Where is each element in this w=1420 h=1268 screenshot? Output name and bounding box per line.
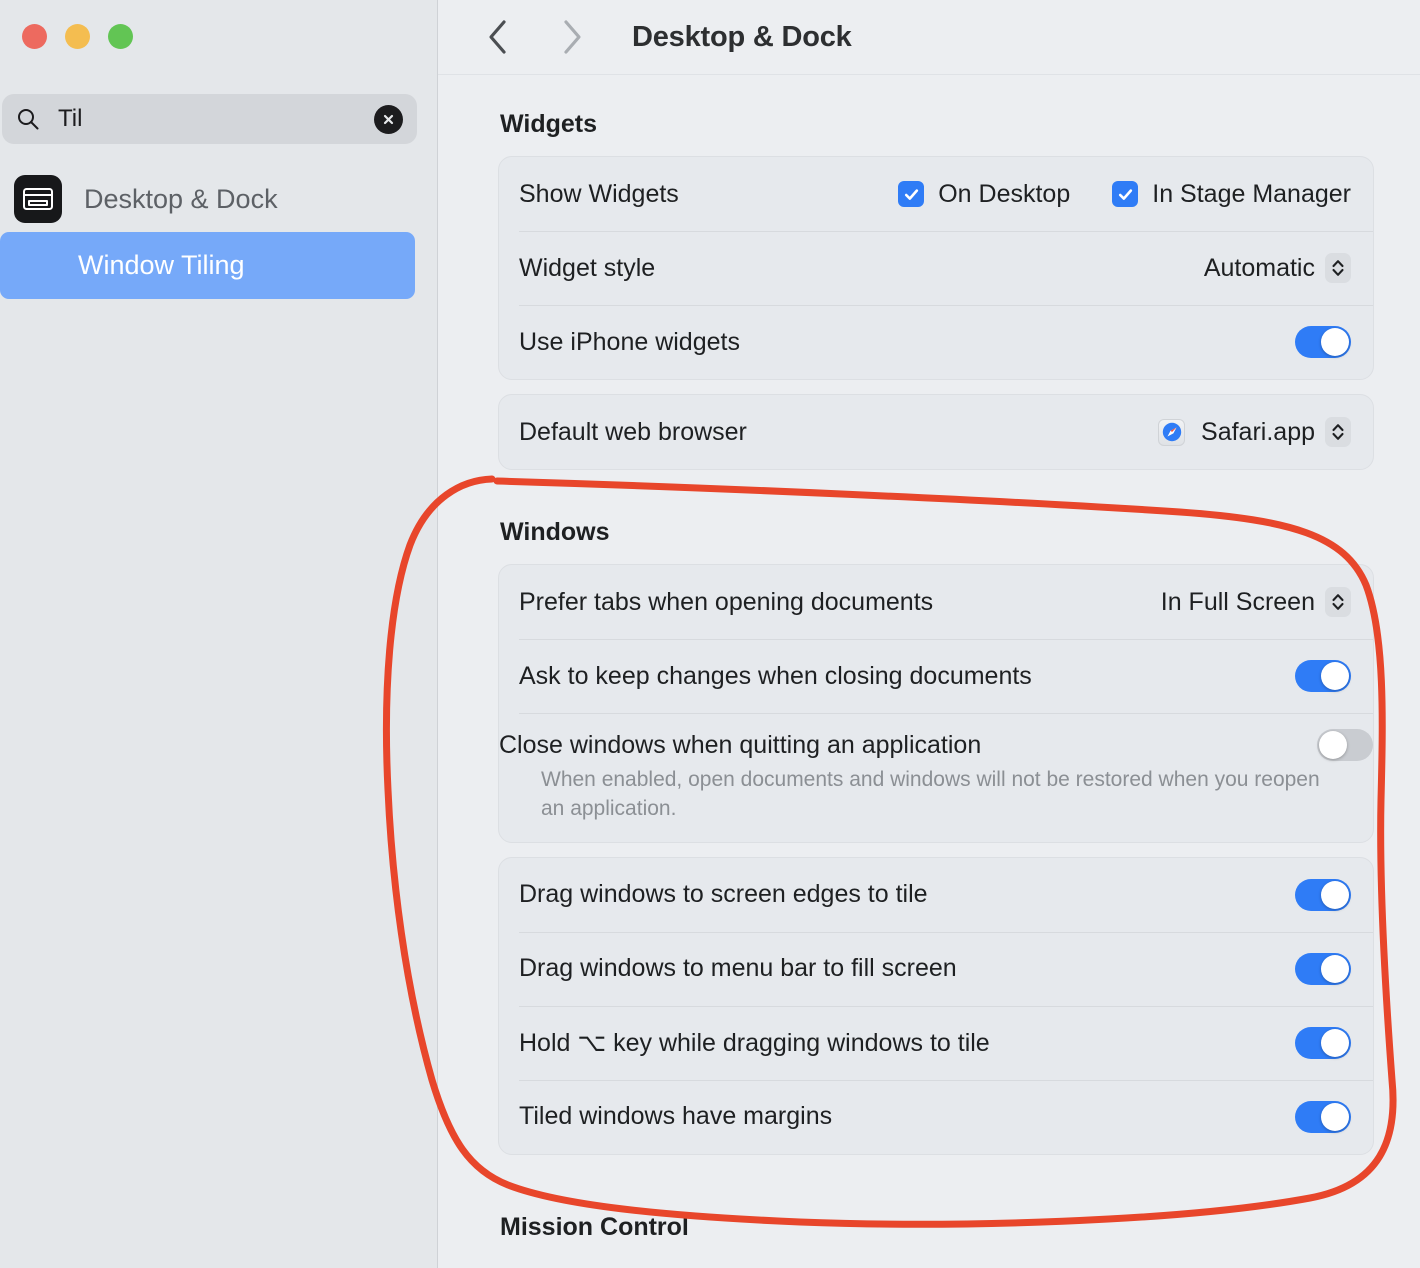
window-controls — [22, 24, 133, 49]
row-ask-to-keep-changes: Ask to keep changes when closing documen… — [499, 639, 1373, 713]
checkbox-box[interactable] — [898, 181, 925, 207]
row-label: Prefer tabs when opening documents — [519, 587, 934, 616]
close-window-button[interactable] — [22, 24, 47, 49]
chevron-updown-icon — [1325, 253, 1351, 283]
row-label: Drag windows to screen edges to tile — [519, 880, 928, 909]
sidebar-item-label: Window Tiling — [78, 250, 245, 280]
row-close-windows-when-quitting: Close windows when quitting an applicati… — [499, 713, 1373, 842]
row-label: Hold ⌥ key while dragging windows to til… — [519, 1028, 990, 1057]
search-icon — [16, 107, 40, 131]
system-settings-window: Desktop & Dock Window Tiling Desktop & D… — [0, 0, 1420, 1268]
row-label: Show Widgets — [519, 179, 679, 208]
chevron-updown-icon — [1325, 587, 1351, 617]
row-label: Use iPhone widgets — [519, 327, 740, 356]
default-browser-popup-button[interactable]: Safari.app — [1158, 417, 1351, 447]
row-label: Ask to keep changes when closing documen… — [519, 661, 1032, 690]
sidebar-item-desktop-and-dock[interactable]: Desktop & Dock — [0, 170, 415, 228]
row-label: Default web browser — [519, 417, 747, 446]
tiled-windows-margins-toggle[interactable] — [1295, 1100, 1351, 1133]
page-title: Desktop & Dock — [632, 20, 852, 53]
row-label: Drag windows to menu bar to fill screen — [519, 954, 957, 983]
toggle-knob — [1321, 954, 1349, 983]
row-hold-option-key: Hold ⌥ key while dragging windows to til… — [499, 1005, 1373, 1080]
safari-icon — [1158, 418, 1186, 446]
popup-value: Automatic — [1203, 253, 1315, 282]
row-default-web-browser: Default web browser Safari.app — [499, 395, 1373, 469]
minimize-window-button[interactable] — [65, 24, 90, 49]
widget-style-popup-button[interactable]: Automatic — [1204, 253, 1351, 283]
prefer-tabs-popup-button[interactable]: In Full Screen — [1161, 587, 1351, 617]
desktop-and-dock-app-icon — [14, 175, 62, 223]
settings-content: Widgets Show Widgets On Desktop In Stage… — [438, 76, 1420, 1268]
checkbox-box[interactable] — [1112, 181, 1139, 207]
row-use-iphone-widgets: Use iPhone widgets — [499, 305, 1373, 379]
close-windows-when-quitting-toggle[interactable] — [1317, 729, 1373, 761]
toggle-knob — [1321, 1102, 1349, 1131]
chevron-updown-icon — [1325, 417, 1351, 447]
ask-to-keep-changes-toggle[interactable] — [1295, 660, 1351, 692]
row-tiled-windows-margins: Tiled windows have margins — [499, 1079, 1373, 1154]
maximize-window-button[interactable] — [108, 24, 133, 49]
row-drag-to-screen-edges: Drag windows to screen edges to tile — [499, 858, 1373, 932]
search-input[interactable] — [58, 105, 374, 133]
row-prefer-tabs: Prefer tabs when opening documents In Fu… — [499, 565, 1373, 639]
drag-to-menu-bar-toggle[interactable] — [1295, 952, 1351, 985]
row-widget-style: Widget style Automatic — [499, 231, 1373, 305]
sidebar: Desktop & Dock Window Tiling — [0, 0, 438, 1268]
sidebar-item-window-tiling[interactable]: Window Tiling — [0, 232, 415, 299]
toggle-knob — [1321, 880, 1349, 909]
search-field[interactable] — [2, 94, 417, 144]
default-browser-group: Default web browser Safari.app — [498, 394, 1374, 470]
row-drag-to-menu-bar: Drag windows to menu bar to fill screen — [499, 931, 1373, 1006]
checkbox-on-desktop[interactable]: On Desktop — [898, 180, 1070, 209]
chevron-right-icon[interactable] — [550, 15, 594, 59]
toggle-knob — [1321, 1028, 1349, 1057]
section-title-mission-control: Mission Control — [500, 1212, 689, 1241]
row-label: Close windows when quitting an applicati… — [499, 730, 982, 759]
main-pane: Desktop & Dock Widgets Show Widgets On D… — [438, 0, 1420, 1268]
checkbox-in-stage-manager[interactable]: In Stage Manager — [1112, 180, 1351, 209]
popup-value: Safari.app — [1201, 417, 1315, 446]
checkbox-label: In Stage Manager — [1152, 179, 1351, 208]
popup-value: In Full Screen — [1160, 587, 1315, 616]
toolbar: Desktop & Dock — [438, 0, 1420, 75]
sidebar-item-label: Desktop & Dock — [84, 183, 278, 214]
windows-group: Prefer tabs when opening documents In Fu… — [498, 564, 1374, 843]
hold-option-key-toggle[interactable] — [1295, 1026, 1351, 1059]
section-title-widgets: Widgets — [500, 110, 597, 138]
row-label: Widget style — [519, 253, 656, 282]
drag-to-screen-edges-toggle[interactable] — [1295, 878, 1351, 911]
window-tiling-group: Drag windows to screen edges to tile Dra… — [498, 856, 1374, 1155]
use-iphone-widgets-toggle[interactable] — [1295, 326, 1351, 358]
row-label: Tiled windows have margins — [519, 1102, 833, 1131]
chevron-left-icon[interactable] — [476, 15, 520, 59]
checkbox-label: On Desktop — [938, 179, 1071, 208]
clear-search-icon[interactable] — [374, 104, 403, 134]
toggle-knob — [1321, 662, 1349, 690]
toggle-knob — [1321, 328, 1349, 356]
toggle-knob — [1319, 731, 1347, 759]
row-show-widgets: Show Widgets On Desktop In Stage Manager — [499, 157, 1373, 231]
row-description: When enabled, open documents and windows… — [541, 768, 1320, 820]
widgets-group: Show Widgets On Desktop In Stage Manager… — [498, 156, 1374, 380]
section-title-windows: Windows — [500, 518, 610, 546]
